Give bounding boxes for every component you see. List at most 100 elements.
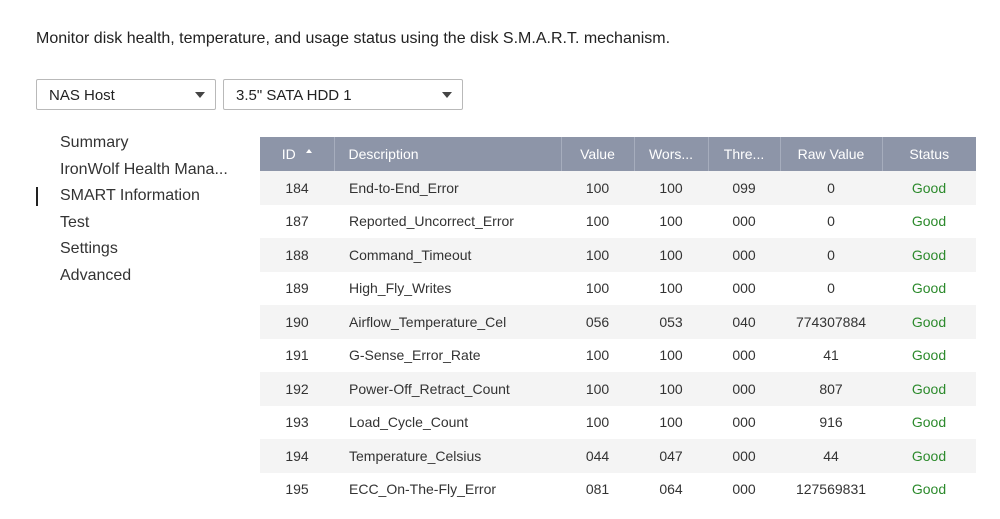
chevron-down-icon [442, 92, 452, 98]
cell-worst: 100 [634, 338, 708, 372]
cell-status: Good [882, 271, 976, 305]
cell-value: 081 [561, 472, 634, 506]
cell-status: Good [882, 338, 976, 372]
cell-description: ECC_On-The-Fly_Error [334, 472, 561, 506]
column-header-description[interactable]: Description [334, 137, 562, 171]
cell-threshold: 000 [708, 472, 780, 506]
cell-description: Temperature_Celsius [334, 439, 561, 473]
cell-threshold: 000 [708, 238, 780, 272]
cell-value: 100 [561, 338, 634, 372]
cell-status: Good [882, 372, 976, 406]
sidebar-item-settings[interactable]: Settings [36, 236, 236, 263]
column-header-status[interactable]: Status [882, 137, 976, 171]
cell-worst: 100 [634, 204, 708, 238]
cell-id: 184 [260, 171, 334, 205]
sidebar-item-smart-information[interactable]: SMART Information [36, 183, 236, 210]
table-row[interactable]: 195 ECC_On-The-Fly_Error 081 064 000 127… [260, 472, 976, 506]
cell-worst: 100 [634, 238, 708, 272]
table-row[interactable]: 188 Command_Timeout 100 100 000 0 Good [260, 238, 976, 272]
cell-value: 100 [561, 238, 634, 272]
cell-raw-value: 41 [780, 338, 882, 372]
host-select[interactable]: NAS Host [36, 79, 216, 110]
cell-threshold: 000 [708, 204, 780, 238]
smart-information-page: Monitor disk health, temperature, and us… [0, 0, 1000, 519]
cell-raw-value: 44 [780, 439, 882, 473]
cell-status: Good [882, 305, 976, 339]
disk-select-value: 3.5" SATA HDD 1 [236, 87, 352, 104]
cell-value: 100 [561, 271, 634, 305]
sidebar-item-summary[interactable]: Summary [36, 130, 236, 157]
cell-description: Reported_Uncorrect_Error [334, 204, 561, 238]
cell-status: Good [882, 204, 976, 238]
cell-description: High_Fly_Writes [334, 271, 561, 305]
table-row[interactable]: 187 Reported_Uncorrect_Error 100 100 000… [260, 204, 976, 238]
table-row[interactable]: 184 End-to-End_Error 100 100 099 0 Good [260, 171, 976, 205]
cell-worst: 100 [634, 405, 708, 439]
smart-table: ID Description Value Wors... Thre... Raw… [260, 137, 976, 506]
cell-status: Good [882, 238, 976, 272]
cell-worst: 053 [634, 305, 708, 339]
cell-description: Command_Timeout [334, 238, 561, 272]
column-header-label: ID [281, 146, 296, 162]
cell-status: Good [882, 405, 976, 439]
cell-raw-value: 0 [780, 204, 882, 238]
cell-raw-value: 916 [780, 405, 882, 439]
cell-raw-value: 0 [780, 171, 882, 205]
cell-worst: 100 [634, 372, 708, 406]
sidebar-item-test[interactable]: Test [36, 210, 236, 237]
table-row[interactable]: 190 Airflow_Temperature_Cel 056 053 040 … [260, 305, 976, 339]
cell-worst: 100 [634, 171, 708, 205]
table-row[interactable]: 192 Power-Off_Retract_Count 100 100 000 … [260, 372, 976, 406]
table-row[interactable]: 189 High_Fly_Writes 100 100 000 0 Good [260, 271, 976, 305]
cell-value: 100 [561, 204, 634, 238]
cell-id: 191 [260, 338, 334, 372]
cell-description: Airflow_Temperature_Cel [334, 305, 561, 339]
cell-threshold: 040 [708, 305, 780, 339]
sidebar-item-advanced[interactable]: Advanced [36, 263, 236, 290]
cell-raw-value: 0 [780, 238, 882, 272]
cell-value: 056 [561, 305, 634, 339]
table-row[interactable]: 194 Temperature_Celsius 044 047 000 44 G… [260, 439, 976, 473]
cell-worst: 064 [634, 472, 708, 506]
column-header-raw-value[interactable]: Raw Value [780, 137, 883, 171]
cell-worst: 100 [634, 271, 708, 305]
chevron-down-icon [195, 92, 205, 98]
page-description: Monitor disk health, temperature, and us… [36, 30, 671, 47]
cell-raw-value: 0 [780, 271, 882, 305]
column-header-id[interactable]: ID [260, 137, 335, 171]
cell-threshold: 000 [708, 338, 780, 372]
cell-threshold: 000 [708, 372, 780, 406]
disk-select[interactable]: 3.5" SATA HDD 1 [223, 79, 463, 110]
cell-raw-value: 127569831 [780, 472, 882, 506]
smart-table-container: ID Description Value Wors... Thre... Raw… [260, 137, 976, 506]
sidebar-item-ironwolf-health[interactable]: IronWolf Health Mana... [36, 157, 236, 184]
host-select-value: NAS Host [49, 87, 115, 104]
cell-description: Power-Off_Retract_Count [334, 372, 561, 406]
cell-id: 193 [260, 405, 334, 439]
cell-description: Load_Cycle_Count [334, 405, 561, 439]
cell-status: Good [882, 171, 976, 205]
cell-id: 187 [260, 204, 334, 238]
cell-id: 189 [260, 271, 334, 305]
sidebar-nav: Summary IronWolf Health Mana... SMART In… [36, 130, 236, 289]
table-header-row: ID Description Value Wors... Thre... Raw… [260, 137, 976, 171]
column-header-threshold[interactable]: Thre... [708, 137, 781, 171]
column-header-worst[interactable]: Wors... [634, 137, 709, 171]
cell-threshold: 000 [708, 439, 780, 473]
cell-id: 192 [260, 372, 334, 406]
cell-threshold: 000 [708, 271, 780, 305]
column-header-value[interactable]: Value [561, 137, 635, 171]
table-row[interactable]: 193 Load_Cycle_Count 100 100 000 916 Goo… [260, 405, 976, 439]
cell-status: Good [882, 472, 976, 506]
table-row[interactable]: 191 G-Sense_Error_Rate 100 100 000 41 Go… [260, 338, 976, 372]
cell-id: 195 [260, 472, 334, 506]
sort-ascending-icon [305, 149, 312, 153]
cell-status: Good [882, 439, 976, 473]
smart-table-body: 184 End-to-End_Error 100 100 099 0 Good … [260, 171, 976, 506]
cell-raw-value: 774307884 [780, 305, 882, 339]
cell-description: End-to-End_Error [334, 171, 561, 205]
cell-threshold: 000 [708, 405, 780, 439]
cell-value: 100 [561, 372, 634, 406]
cell-raw-value: 807 [780, 372, 882, 406]
cell-description: G-Sense_Error_Rate [334, 338, 561, 372]
